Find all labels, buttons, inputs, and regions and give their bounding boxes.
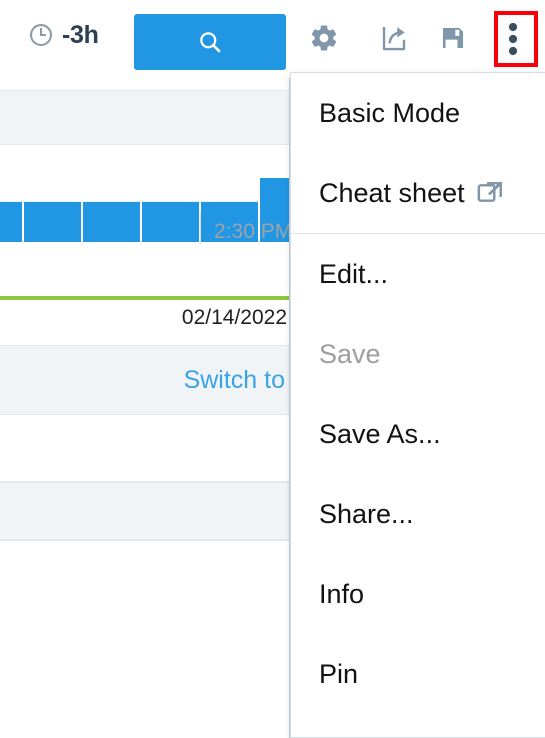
menu-item-label: Edit... — [319, 258, 389, 289]
menu-item-label: Share... — [319, 498, 414, 529]
menu-item-label: Save — [319, 338, 381, 369]
save-button[interactable] — [437, 22, 469, 54]
kebab-menu-button[interactable] — [498, 16, 528, 62]
chart-tick — [200, 212, 201, 244]
menu-item-label: Basic Mode — [319, 97, 461, 128]
menu-item-save: Save — [291, 314, 545, 394]
menu-item-save-as[interactable]: Save As... — [291, 394, 545, 474]
chart-date-label: 02/14/2022 — [181, 306, 287, 329]
external-link-icon — [477, 179, 505, 207]
search-icon — [197, 29, 223, 55]
menu-item-pin[interactable]: Pin — [291, 634, 545, 714]
export-icon — [379, 23, 409, 53]
chart-bar — [83, 202, 142, 242]
export-button[interactable] — [378, 22, 410, 54]
settings-button[interactable] — [308, 22, 340, 54]
clock-icon — [28, 22, 54, 48]
time-range-control[interactable]: -3h — [28, 22, 99, 48]
panel-divider — [0, 540, 291, 541]
kebab-dropdown-menu: Basic Mode Cheat sheet Edit... Save Save… — [290, 72, 545, 738]
content-panel: 2:30 PM 02/14/2022 Switch to — [0, 78, 291, 738]
search-button[interactable] — [134, 14, 286, 70]
menu-item-share[interactable]: Share... — [291, 474, 545, 554]
menu-item-edit[interactable]: Edit... — [291, 234, 545, 314]
menu-item-cheat-sheet[interactable]: Cheat sheet — [291, 153, 545, 233]
chart-bar — [24, 202, 83, 242]
menu-item-label: Info — [319, 578, 365, 609]
panel-band-lower — [0, 482, 291, 540]
menu-item-info[interactable]: Info — [291, 554, 545, 634]
menu-item-label: Cheat sheet — [319, 177, 465, 208]
gear-icon — [309, 23, 339, 53]
time-range-label: -3h — [62, 21, 99, 49]
menu-item-label: Save As... — [319, 418, 441, 449]
chart-bar — [142, 202, 201, 242]
floppy-save-icon — [439, 24, 467, 52]
menu-item-label: Pin — [319, 658, 359, 689]
panel-band-top — [0, 90, 291, 145]
chart-bar — [0, 202, 24, 242]
menu-item-basic-mode[interactable]: Basic Mode — [291, 73, 545, 153]
kebab-menu-icon — [508, 22, 518, 56]
screenshot-root: -3h 2:30 PM 02/14/2022 Switch to Basic M… — [0, 0, 545, 738]
chart-time-label: 2:30 PM — [214, 220, 291, 243]
chart-threshold-line — [0, 296, 291, 300]
switch-to-link[interactable]: Switch to — [0, 366, 291, 395]
top-toolbar: -3h — [0, 0, 545, 78]
bar-chart: 2:30 PM — [0, 164, 291, 272]
